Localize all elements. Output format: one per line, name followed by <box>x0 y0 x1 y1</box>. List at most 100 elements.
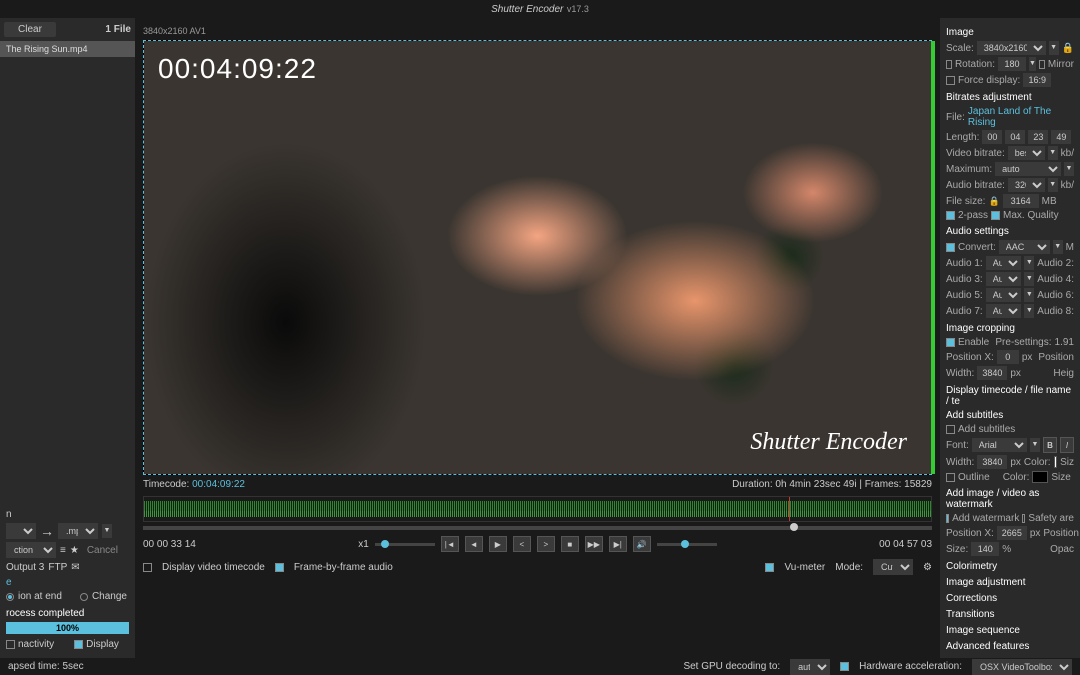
format-select[interactable] <box>6 523 36 539</box>
fd-input[interactable] <box>1023 73 1051 87</box>
cb-rotation[interactable] <box>946 60 952 69</box>
cb-crop-enable[interactable] <box>946 338 955 347</box>
back-button[interactable]: < <box>513 536 531 552</box>
len-f[interactable] <box>1051 130 1071 144</box>
a3-select[interactable]: Audio 3 <box>986 272 1022 286</box>
mail-icon[interactable]: ✉ <box>71 562 79 573</box>
cb-hw-accel[interactable] <box>840 662 849 671</box>
section-corrections[interactable]: Corrections <box>946 593 1074 604</box>
a7-select[interactable]: Audio 7 <box>986 304 1022 318</box>
outline-swatch[interactable] <box>1032 471 1048 483</box>
max-select[interactable]: auto <box>995 162 1061 176</box>
waveform[interactable] <box>143 496 932 522</box>
file-list-item[interactable]: The Rising Sun.mp4 <box>0 41 135 57</box>
gpu-label: Set GPU decoding to: <box>683 661 780 672</box>
font-select[interactable]: Arial <box>972 438 1027 452</box>
rotation-input[interactable] <box>998 57 1026 71</box>
section-bitrates: Bitrates adjustment <box>946 92 1074 103</box>
next-frame-button[interactable]: ▶| <box>609 536 627 552</box>
cb-mirror[interactable] <box>1039 60 1045 69</box>
timecode-overlay: 00:04:09:22 <box>158 53 317 85</box>
arrow-icon: → <box>40 523 54 539</box>
prev-frame-button[interactable]: |◄ <box>441 536 459 552</box>
cb-2pass[interactable] <box>946 211 955 220</box>
cb-watermark[interactable] <box>946 514 949 523</box>
cb-force-display[interactable] <box>946 76 955 85</box>
gpu-select[interactable]: auto <box>790 659 830 675</box>
ff-button[interactable]: ▶▶ <box>585 536 603 552</box>
len-s[interactable] <box>1028 130 1048 144</box>
cb-display[interactable] <box>74 640 83 649</box>
mode-select[interactable]: Cut <box>873 559 913 575</box>
cb-activity[interactable] <box>6 640 15 649</box>
section-display-tc: Display timecode / file name / te <box>946 385 1074 407</box>
play-button[interactable]: ▶ <box>489 536 507 552</box>
action-select[interactable]: ction <box>6 542 56 558</box>
section-subtitles: Add subtitles <box>946 410 1074 421</box>
watermark-overlay: Shutter Encoder <box>750 429 907 456</box>
codec-select[interactable]: AAC <box>999 240 1050 254</box>
title-bar: Shutter Encoder v17.3 <box>0 0 1080 18</box>
rewind-button[interactable]: ◄ <box>465 536 483 552</box>
section-sequence[interactable]: Image sequence <box>946 625 1074 636</box>
len-m[interactable] <box>1005 130 1025 144</box>
scale-select[interactable]: 3840x2160 <box>977 41 1046 55</box>
tc-end: 00 04 57 03 <box>879 539 932 550</box>
duration-label: Duration: 0h 4min 23sec 49i | Frames: 15… <box>732 479 932 490</box>
len-h[interactable] <box>982 130 1002 144</box>
star-icon[interactable]: ★ <box>70 545 79 556</box>
ext-select[interactable]: .mp4 <box>58 523 98 539</box>
ab-select[interactable]: 320 <box>1008 178 1045 192</box>
output-label: Output 3 <box>6 562 44 573</box>
color-swatch[interactable] <box>1054 456 1058 468</box>
cb-convert[interactable] <box>946 243 955 252</box>
speed-slider[interactable] <box>375 543 435 546</box>
clear-button[interactable]: Clear <box>4 22 56 37</box>
crop-w[interactable] <box>977 366 1007 380</box>
fwd-button[interactable]: > <box>537 536 555 552</box>
bitrate-file: Japan Land of The Rising <box>968 106 1074 128</box>
radio-change[interactable] <box>80 593 88 601</box>
lock-icon[interactable]: 🔒 <box>988 196 999 207</box>
cb-add-sub[interactable] <box>946 425 955 434</box>
cb-display-tc[interactable] <box>143 563 152 572</box>
gear-icon[interactable]: ⚙ <box>923 562 932 573</box>
scrub-bar[interactable] <box>143 526 932 530</box>
section-transitions[interactable]: Transitions <box>946 609 1074 620</box>
sub-width[interactable] <box>977 455 1007 469</box>
volume-slider[interactable] <box>657 543 717 546</box>
chevron-down-icon[interactable]: ▼ <box>102 524 112 538</box>
a1-select[interactable]: Audio 1 <box>986 256 1022 270</box>
wm-size[interactable] <box>971 542 999 556</box>
cb-outline[interactable] <box>946 473 955 482</box>
cb-safety[interactable] <box>1022 514 1025 523</box>
hw-select[interactable]: OSX VideoToolbox <box>972 659 1072 675</box>
video-preview[interactable]: 00:04:09:22 Shutter Encoder <box>143 40 932 475</box>
lock-icon[interactable]: 🔒 <box>1062 43 1074 54</box>
cb-frame-audio[interactable] <box>275 563 284 572</box>
bold-button[interactable]: B <box>1043 437 1057 453</box>
fs-input[interactable] <box>1003 194 1039 208</box>
cb-vumeter[interactable] <box>765 563 774 572</box>
left-panel: Clear 1 File The Rising Sun.mp4 n → .mp4… <box>0 18 135 658</box>
cb-maxq[interactable] <box>991 211 1000 220</box>
vb-select[interactable]: best <box>1008 146 1045 160</box>
scrub-knob[interactable] <box>790 523 798 531</box>
cancel-button[interactable]: Cancel <box>87 545 118 556</box>
crop-x[interactable] <box>997 350 1019 364</box>
file-count: 1 File <box>105 24 131 35</box>
a5-select[interactable]: Audio 5 <box>986 288 1022 302</box>
italic-button[interactable]: I <box>1060 437 1074 453</box>
section-colorimetry[interactable]: Colorimetry <box>946 561 1074 572</box>
stop-button[interactable]: ■ <box>561 536 579 552</box>
right-panel: Image Scale:3840x2160▼🔒 Rotation:▼Mirror… <box>940 18 1080 658</box>
radio-ion-at-end[interactable] <box>6 593 14 601</box>
chevron-down-icon[interactable]: ▼ <box>1049 41 1059 55</box>
sound-button[interactable]: 🔊 <box>633 536 651 552</box>
playhead[interactable] <box>789 497 790 521</box>
wm-x[interactable] <box>997 526 1027 540</box>
list-icon[interactable]: ≡ <box>60 545 66 556</box>
section-image-adj[interactable]: Image adjustment <box>946 577 1074 588</box>
section-advanced[interactable]: Advanced features <box>946 641 1074 652</box>
link-e[interactable]: e <box>6 577 129 588</box>
